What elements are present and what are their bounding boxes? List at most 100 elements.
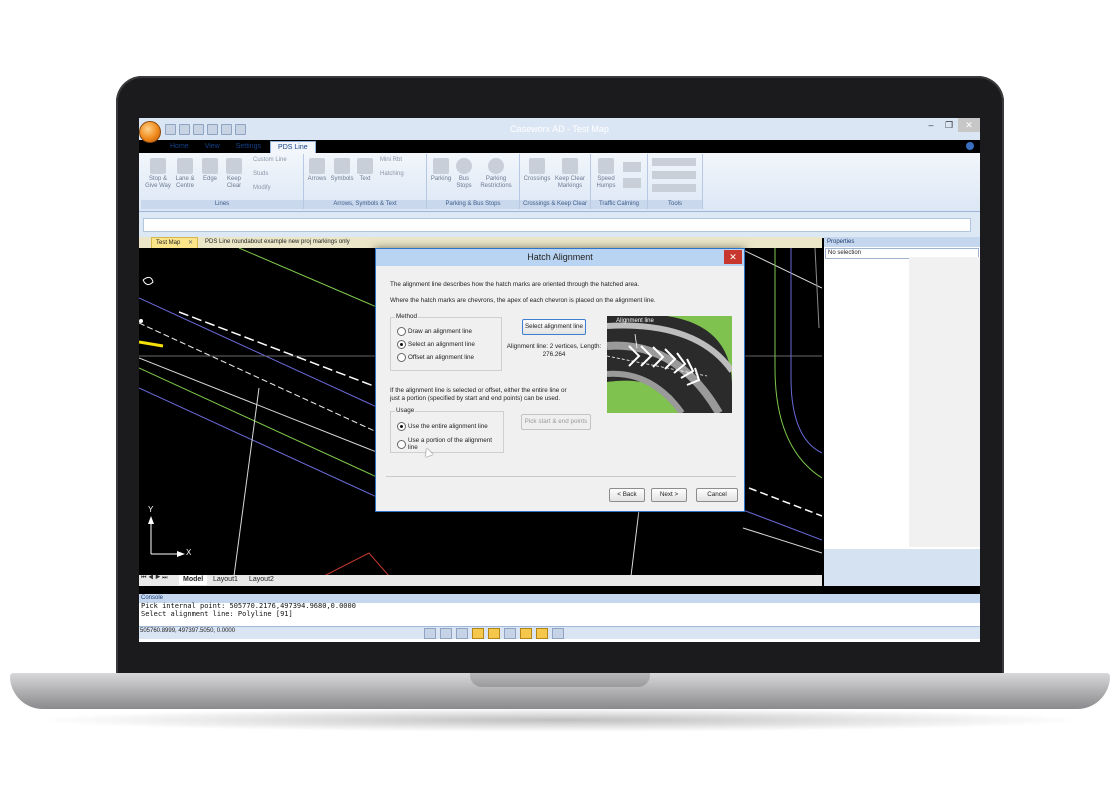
radio-dot-selected bbox=[397, 340, 406, 349]
dialog-title: Hatch Alignment bbox=[527, 252, 593, 262]
usage-intro: If the alignment line is selected or off… bbox=[390, 387, 567, 402]
edge-button[interactable]: Edge bbox=[199, 158, 221, 183]
layout-tab-layout2[interactable]: Layout2 bbox=[245, 575, 278, 585]
dialog-separator bbox=[386, 476, 736, 477]
symbols-label: Symbols bbox=[330, 176, 354, 182]
crossing-icon bbox=[529, 158, 545, 174]
dialog-close-icon[interactable]: ✕ bbox=[724, 250, 742, 264]
modify-button[interactable]: Modify bbox=[253, 185, 271, 191]
window-title: Caseworx AD - Test Map bbox=[510, 124, 609, 134]
next-button[interactable]: Next > bbox=[651, 488, 687, 502]
parking-restrictions-label: Parking Restrictions bbox=[480, 176, 512, 189]
parking-restrictions-button[interactable]: Parking Restrictions bbox=[477, 158, 515, 190]
tab-home[interactable]: Home bbox=[163, 141, 196, 153]
radio-draw-alignment[interactable]: Draw an alignment line bbox=[397, 327, 472, 336]
alignment-info: Alignment line: 2 vertices, Length: 276.… bbox=[506, 343, 602, 358]
symbols-button[interactable]: Symbols bbox=[330, 158, 354, 183]
lane-centre-button[interactable]: Lane & Centre bbox=[173, 158, 197, 190]
snap-endpoint-icon[interactable] bbox=[472, 628, 484, 639]
calming-small-icon[interactable] bbox=[623, 162, 641, 172]
parking-button[interactable]: Parking bbox=[429, 158, 453, 183]
undo-icon[interactable] bbox=[221, 124, 232, 135]
radio-portion-line[interactable]: Use a portion of the alignment line bbox=[397, 437, 503, 451]
close-icon[interactable]: ✕ bbox=[958, 118, 980, 132]
tab-settings[interactable]: Settings bbox=[229, 141, 268, 153]
pick-start-end-button[interactable]: Pick start & end points bbox=[521, 414, 591, 430]
abc-text-icon bbox=[357, 158, 373, 174]
keep-clear-icon bbox=[562, 158, 578, 174]
hatching-button[interactable]: Hatching bbox=[380, 171, 404, 177]
doc-tab-roundabout[interactable]: PDS Line roundabout example new proj mar… bbox=[201, 237, 354, 248]
title-bar: Caseworx AD - Test Map – ❐ ✕ bbox=[139, 118, 980, 143]
radio-dot-selected bbox=[397, 422, 406, 431]
bus-stop-icon bbox=[456, 158, 472, 174]
back-button[interactable]: < Back bbox=[609, 488, 645, 502]
radio-label: Select an alignment line bbox=[408, 341, 475, 348]
hatch-alignment-dialog: Hatch Alignment ✕ The alignment line des… bbox=[375, 248, 745, 512]
maximize-icon[interactable]: ❐ bbox=[940, 118, 958, 132]
minimize-icon[interactable]: – bbox=[922, 118, 940, 132]
usage-legend: Usage bbox=[395, 407, 416, 414]
tools-row-3[interactable] bbox=[652, 184, 696, 192]
stop-give-way-label: Stop & Give Way bbox=[145, 176, 171, 189]
radio-select-alignment[interactable]: Select an alignment line bbox=[397, 340, 475, 349]
arrows-button[interactable]: Arrows bbox=[306, 158, 328, 183]
print-icon[interactable] bbox=[207, 124, 218, 135]
symbol-icon bbox=[334, 158, 350, 174]
grid-icon[interactable] bbox=[440, 628, 452, 639]
tab-view[interactable]: View bbox=[198, 141, 227, 153]
tools-row-2[interactable] bbox=[652, 171, 696, 179]
ribbon: Stop & Give Way Lane & Centre Edge Keep … bbox=[139, 153, 980, 212]
cancel-button[interactable]: Cancel bbox=[696, 488, 738, 502]
speed-humps-button[interactable]: Speed Humps bbox=[593, 158, 619, 190]
radio-dot bbox=[397, 439, 406, 449]
keep-clear-line-button[interactable]: Keep Clear bbox=[223, 158, 245, 190]
console-output: Pick internal point: 505770.2176,497394.… bbox=[139, 602, 980, 618]
parking-label: Parking bbox=[430, 176, 452, 182]
lineweight-icon[interactable] bbox=[552, 628, 564, 639]
save-icon[interactable] bbox=[193, 124, 204, 135]
snap-midpoint-icon[interactable] bbox=[488, 628, 500, 639]
ribbon-group-parking: Parking Bus Stops Parking Restrictions P… bbox=[427, 154, 520, 209]
layout-nav-arrows[interactable]: ⏮ ◀ ▶ ⏭ bbox=[141, 575, 168, 582]
layout-tabs: ⏮ ◀ ▶ ⏭ Model Layout1 Layout2 bbox=[139, 575, 822, 586]
stop-give-way-button[interactable]: Stop & Give Way bbox=[145, 158, 171, 190]
redo-icon[interactable] bbox=[235, 124, 246, 135]
crosshair-icon[interactable] bbox=[424, 628, 436, 639]
crossings-button[interactable]: Crossings bbox=[522, 158, 552, 183]
snap-nearest-icon[interactable] bbox=[520, 628, 532, 639]
layout-tab-model[interactable]: Model bbox=[179, 575, 208, 585]
snap-intersection-icon[interactable] bbox=[504, 628, 516, 639]
arrows-label: Arrows bbox=[307, 176, 327, 182]
keep-clear-markings-button[interactable]: Keep Clear Markings bbox=[554, 158, 586, 190]
open-folder-icon[interactable] bbox=[179, 124, 190, 135]
console-line: Select alignment line: Polyline [91] bbox=[141, 609, 293, 618]
ortho-icon[interactable] bbox=[456, 628, 468, 639]
bus-stops-button[interactable]: Bus Stops bbox=[453, 158, 475, 190]
custom-line-button[interactable]: Custom Line bbox=[253, 157, 287, 163]
doc-tab-label: Test Map bbox=[156, 240, 181, 246]
help-icon[interactable] bbox=[966, 142, 974, 150]
new-file-icon[interactable] bbox=[165, 124, 176, 135]
coordinate-readout: 505760.8999, 497397.5050, 0.0000 bbox=[140, 628, 236, 634]
tools-row-1[interactable] bbox=[652, 158, 696, 166]
text-button[interactable]: Text bbox=[356, 158, 374, 183]
layout-tab-layout1[interactable]: Layout1 bbox=[209, 575, 242, 585]
radio-offset-alignment[interactable]: Offset an alignment line bbox=[397, 353, 474, 362]
properties-grid bbox=[909, 257, 980, 547]
properties-description bbox=[824, 549, 980, 586]
select-alignment-button[interactable]: Select alignment line bbox=[522, 319, 586, 335]
close-tab-icon[interactable]: ✕ bbox=[188, 240, 193, 246]
ribbon-group-tools: Tools bbox=[648, 154, 703, 209]
command-input[interactable] bbox=[143, 218, 971, 232]
radio-dot bbox=[397, 353, 406, 362]
application-menu-button[interactable] bbox=[139, 121, 161, 143]
edge-line-icon bbox=[202, 158, 218, 174]
radio-entire-line[interactable]: Use the entire alignment line bbox=[397, 422, 488, 431]
snap-perpendicular-icon[interactable] bbox=[536, 628, 548, 639]
restriction-icon bbox=[488, 158, 504, 174]
calming-small-icon-2[interactable] bbox=[623, 178, 641, 188]
mini-rbt-button[interactable]: Mini Rbt bbox=[380, 157, 402, 163]
alignment-illustration: Alignment line bbox=[607, 316, 732, 413]
studs-button[interactable]: Studs bbox=[253, 171, 268, 177]
